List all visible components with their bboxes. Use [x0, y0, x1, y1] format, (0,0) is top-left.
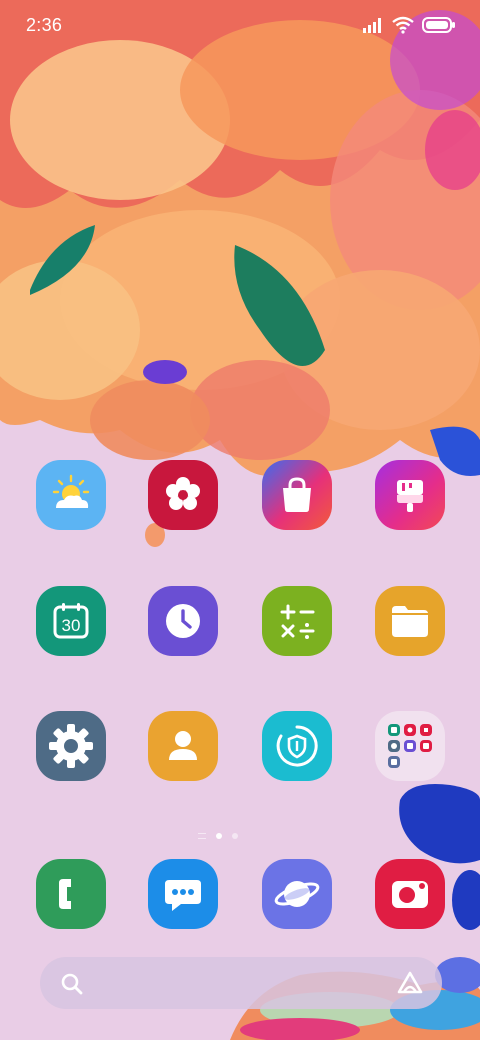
internet-app-icon[interactable]: [262, 859, 332, 929]
phone-handset-icon: [59, 879, 71, 909]
calendar-icon: 30: [53, 603, 89, 639]
my-files-app-icon[interactable]: [375, 586, 445, 656]
clock-app-icon[interactable]: [148, 586, 218, 656]
paint-brush-icon: [397, 480, 423, 512]
gear-icon: [49, 724, 93, 768]
camera-icon: [392, 881, 428, 908]
flower-icon: [166, 477, 200, 510]
chat-bubble-icon: [165, 880, 201, 911]
planet-icon: [274, 881, 320, 907]
calculator-icon: [280, 604, 315, 639]
contacts-app-icon[interactable]: [148, 711, 218, 781]
folder-icon: [392, 606, 428, 637]
status-icons: [362, 14, 456, 36]
galaxy-store-app-icon[interactable]: [262, 460, 332, 530]
messages-app-icon[interactable]: [148, 859, 218, 929]
finder-logo-icon[interactable]: [396, 970, 424, 996]
shield-ring-icon: [276, 725, 318, 767]
calculator-app-icon[interactable]: [262, 586, 332, 656]
status-bar: 2:36: [0, 0, 480, 48]
sun-cloud-icon: [52, 474, 90, 508]
page-indicator[interactable]: [198, 830, 250, 842]
battery-icon: [422, 17, 455, 33]
calendar-app-icon[interactable]: 30: [36, 586, 106, 656]
app-folder-icon[interactable]: [375, 711, 445, 781]
shopping-bag-icon: [283, 477, 311, 512]
camera-app-icon[interactable]: [375, 859, 445, 929]
gallery-app-icon[interactable]: [148, 460, 218, 530]
weather-app-icon[interactable]: [36, 460, 106, 530]
theme-store-app-icon[interactable]: [375, 460, 445, 530]
phone-app-icon[interactable]: [36, 859, 106, 929]
status-time: 2:36: [26, 15, 63, 35]
search-icon[interactable]: [60, 972, 84, 996]
person-icon: [169, 731, 197, 760]
clock-icon: [166, 604, 200, 638]
page-dot-1[interactable]: [216, 833, 222, 839]
signal-icon: [363, 18, 381, 33]
home-pages-menu-icon[interactable]: [198, 833, 206, 839]
page-dot-2[interactable]: [232, 833, 238, 839]
folder-grid-icon: [388, 724, 432, 768]
wifi-icon: [392, 16, 414, 34]
finder-search-bar[interactable]: [40, 957, 442, 1009]
device-care-app-icon[interactable]: [262, 711, 332, 781]
calendar-date: 30: [62, 616, 81, 635]
settings-app-icon[interactable]: [36, 711, 106, 781]
